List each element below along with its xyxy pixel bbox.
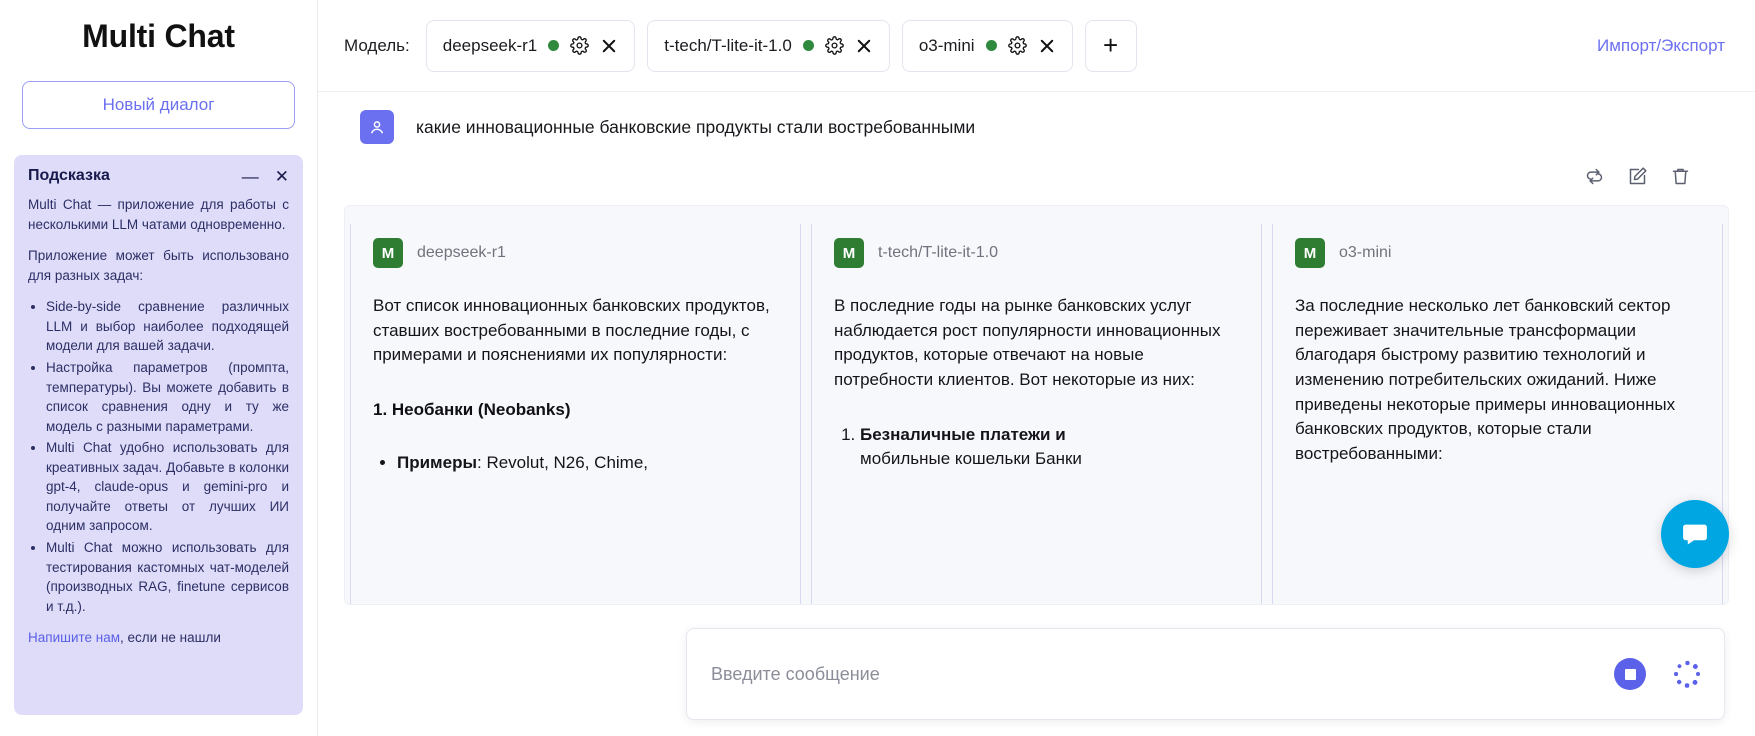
delete-icon[interactable] — [1670, 166, 1691, 187]
import-export-link[interactable]: Импорт/Экспорт — [1597, 36, 1725, 56]
model-chip-o3-mini[interactable]: o3-mini — [901, 19, 1073, 72]
response-model-name: t-tech/T-lite-it-1.0 — [878, 244, 999, 261]
top-toolbar: Модель: deepseek-r1 t-tech/T-lite-it-1.0 — [318, 0, 1755, 92]
avatar — [360, 110, 394, 144]
message-composer — [686, 628, 1725, 720]
new-dialog-label: Новый диалог — [102, 95, 215, 114]
response-card-header: M t-tech/T-lite-it-1.0 — [834, 238, 1239, 268]
bullet-label: Примеры — [397, 452, 477, 472]
stop-generation-button[interactable] — [1614, 658, 1646, 690]
close-icon[interactable] — [855, 37, 873, 55]
hint-paragraph-2: Приложение может быть использовано для р… — [28, 248, 289, 283]
regenerate-icon[interactable] — [1584, 166, 1605, 187]
model-badge: M — [373, 238, 403, 268]
hint-panel-title: Подсказка — [28, 167, 110, 184]
response-cards-container: M deepseek-r1 Вот список инновационных б… — [344, 205, 1729, 605]
hint-footer-rest: , если не нашли — [120, 630, 221, 646]
response-card-header: M o3-mini — [1295, 238, 1700, 268]
response-card-body: За последние несколько лет банковский се… — [1295, 294, 1700, 466]
response-model-name: deepseek-r1 — [417, 244, 506, 261]
model-label: Модель: — [344, 35, 410, 55]
response-card-o3-mini: M o3-mini За последние несколько лет бан… — [1272, 224, 1723, 604]
list-item: Настройка параметров (промпта, температу… — [46, 358, 289, 436]
gear-icon[interactable] — [570, 36, 590, 55]
response-card-body: Вот список инновационных банковских прод… — [373, 294, 778, 475]
sidebar: Multi Chat Новый диалог Подсказка — ✕ Mu… — [0, 0, 318, 736]
response-card-deepseek-r1: M deepseek-r1 Вот список инновационных б… — [350, 224, 801, 604]
response-paragraph: За последние несколько лет банковский се… — [1295, 296, 1676, 463]
response-paragraph: В последние годы на рынке банковских усл… — [834, 296, 1221, 389]
support-chat-button[interactable] — [1661, 500, 1729, 568]
model-chip-label: o3-mini — [918, 35, 975, 55]
close-icon[interactable] — [1038, 37, 1056, 55]
response-card-t-lite: M t-tech/T-lite-it-1.0 В последние годы … — [811, 224, 1262, 604]
model-chip-label: deepseek-r1 — [442, 35, 538, 55]
conversation-area: какие инновационные банковские продукты … — [318, 92, 1755, 736]
response-heading: 1. Необанки (Neobanks) — [373, 399, 571, 419]
close-icon[interactable] — [600, 37, 618, 55]
new-dialog-button[interactable]: Новый диалог — [22, 81, 295, 129]
model-chip-t-lite[interactable]: t-tech/T-lite-it-1.0 — [647, 19, 890, 72]
bullet-value: : Revolut, N26, Chime, — [477, 452, 649, 472]
list-item: Multi Chat удобно использовать для креат… — [46, 438, 289, 536]
list-item: Side-by-side сравнение различных LLM и в… — [46, 297, 289, 356]
response-card-header: M deepseek-r1 — [373, 238, 778, 268]
response-numbered-list: Безналичные платежи и мобильные кошельки… — [834, 423, 1239, 472]
user-message-row: какие инновационные банковские продукты … — [318, 92, 1755, 144]
message-action-bar — [318, 144, 1755, 187]
loading-spinner-icon — [1672, 659, 1702, 689]
gear-icon[interactable] — [1007, 36, 1027, 55]
contact-us-link[interactable]: Напишите нам — [28, 630, 120, 645]
main-area: Модель: deepseek-r1 t-tech/T-lite-it-1.0 — [318, 0, 1755, 736]
edit-icon[interactable] — [1627, 166, 1648, 187]
status-dot-icon — [802, 40, 814, 51]
model-chip-label: t-tech/T-lite-it-1.0 — [664, 35, 792, 55]
model-badge: M — [1295, 238, 1325, 268]
stop-icon — [1624, 668, 1636, 680]
hint-bullet-list: Side-by-side сравнение различных LLM и в… — [28, 297, 289, 616]
add-model-button[interactable]: + — [1084, 19, 1137, 72]
response-model-name: o3-mini — [1339, 244, 1392, 261]
list-item: Примеры: Revolut, N26, Chime, — [397, 451, 778, 476]
hint-panel: Подсказка — ✕ Multi Chat — приложение дл… — [14, 155, 303, 715]
model-badge: M — [834, 238, 864, 268]
hint-paragraph-1: Multi Chat — приложение для работы с нес… — [28, 197, 289, 232]
hint-panel-header: Подсказка — ✕ — [28, 167, 289, 185]
response-card-body: В последние годы на рынке банковских усл… — [834, 294, 1239, 472]
status-dot-icon — [548, 40, 560, 51]
status-dot-icon — [985, 40, 997, 51]
hint-panel-controls: — ✕ — [242, 168, 289, 185]
response-paragraph: Вот список инновационных банковских прод… — [373, 296, 770, 365]
hint-footer: Напишите нам, если не нашли — [28, 628, 289, 648]
message-input[interactable] — [709, 662, 1614, 686]
close-icon[interactable]: ✕ — [275, 168, 289, 185]
list-item: Multi Chat можно использовать для тестир… — [46, 538, 289, 616]
gear-icon[interactable] — [825, 36, 844, 55]
response-bullet-list: Примеры: Revolut, N26, Chime, — [373, 451, 778, 476]
plus-icon: + — [1102, 30, 1119, 60]
list-item-text: мобильные кошельки Банки — [860, 449, 1082, 469]
user-message-text: какие инновационные банковские продукты … — [416, 117, 976, 137]
list-item: Безналичные платежи и мобильные кошельки… — [860, 423, 1239, 472]
model-chip-list: deepseek-r1 t-tech/T-lite-it-1.0 o3-mini… — [425, 19, 1137, 72]
minimize-icon[interactable]: — — [242, 168, 259, 185]
app-root: Multi Chat Новый диалог Подсказка — ✕ Mu… — [0, 0, 1755, 736]
model-chip-deepseek-r1[interactable]: deepseek-r1 — [425, 19, 636, 72]
app-title: Multi Chat — [82, 18, 235, 54]
list-item-title: Безналичные платежи и — [860, 424, 1066, 444]
